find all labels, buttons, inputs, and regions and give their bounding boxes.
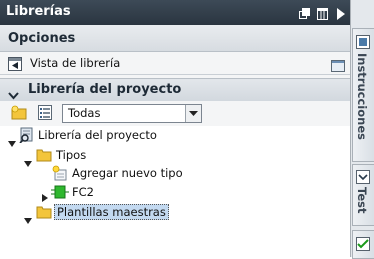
maximize-icon[interactable] xyxy=(317,5,328,20)
options-section-header[interactable]: Opciones xyxy=(0,25,350,52)
panel-title: Librerías xyxy=(6,4,71,19)
window-layout-icon[interactable] xyxy=(331,57,345,76)
tab-tasks[interactable] xyxy=(352,230,374,259)
dropdown-arrow-icon[interactable] xyxy=(185,105,201,122)
collapse-arrow-icon[interactable] xyxy=(335,5,346,20)
tab-test[interactable]: Test xyxy=(352,164,374,226)
tab-instructions-label: Instrucciones xyxy=(355,53,369,140)
libraries-panel: Librerías Opciones Vista de librería Lib… xyxy=(0,0,351,257)
library-view-row[interactable]: Vista de librería xyxy=(0,52,350,75)
instructions-icon xyxy=(356,34,370,53)
new-folder-icon[interactable] xyxy=(11,105,27,124)
tree-label-add-type: Agregar nuevo tipo xyxy=(72,166,183,180)
side-tab-strip: Instrucciones Test xyxy=(351,0,374,259)
detail-view-icon[interactable] xyxy=(38,105,52,124)
tree-node-add-new-type[interactable]: Agregar nuevo tipo xyxy=(0,164,200,182)
tree-node-master-templates[interactable]: Plantillas maestras xyxy=(0,203,200,224)
folder-icon xyxy=(36,204,52,223)
filter-select[interactable]: Todas xyxy=(62,104,202,123)
tree-label-master-templates: Plantillas maestras xyxy=(54,204,169,220)
project-library-section-header[interactable]: Librería del proyecto xyxy=(0,78,350,102)
project-library-header: Librería del proyecto xyxy=(28,82,182,97)
options-header: Opciones xyxy=(8,31,76,46)
panel-titlebar: Librerías xyxy=(0,0,350,25)
float-window-icon[interactable] xyxy=(299,5,310,19)
library-view-toggle-icon[interactable] xyxy=(8,56,22,75)
tree-label-types: Tipos xyxy=(56,148,87,162)
library-tree: Librería del proyecto Tipos Agregar nuev… xyxy=(0,126,350,257)
add-type-icon xyxy=(52,165,69,185)
tasks-checklist-icon xyxy=(356,236,370,255)
library-view-label: Vista de librería xyxy=(30,56,121,70)
tree-node-types[interactable]: Tipos xyxy=(0,146,200,167)
project-library-icon xyxy=(19,127,35,147)
tree-label-fc2: FC2 xyxy=(72,185,94,199)
tree-node-fc2[interactable]: FC2 xyxy=(0,183,200,204)
filter-selected-value: Todas xyxy=(68,106,101,120)
expanded-arrow-icon[interactable] xyxy=(24,209,32,228)
tree-label-root: Librería del proyecto xyxy=(38,128,157,142)
tab-instructions[interactable]: Instrucciones xyxy=(352,28,374,162)
tab-test-label: Test xyxy=(355,187,369,214)
test-icon xyxy=(356,169,370,188)
tree-node-project-library[interactable]: Librería del proyecto xyxy=(0,126,200,147)
function-block-icon xyxy=(51,184,69,204)
